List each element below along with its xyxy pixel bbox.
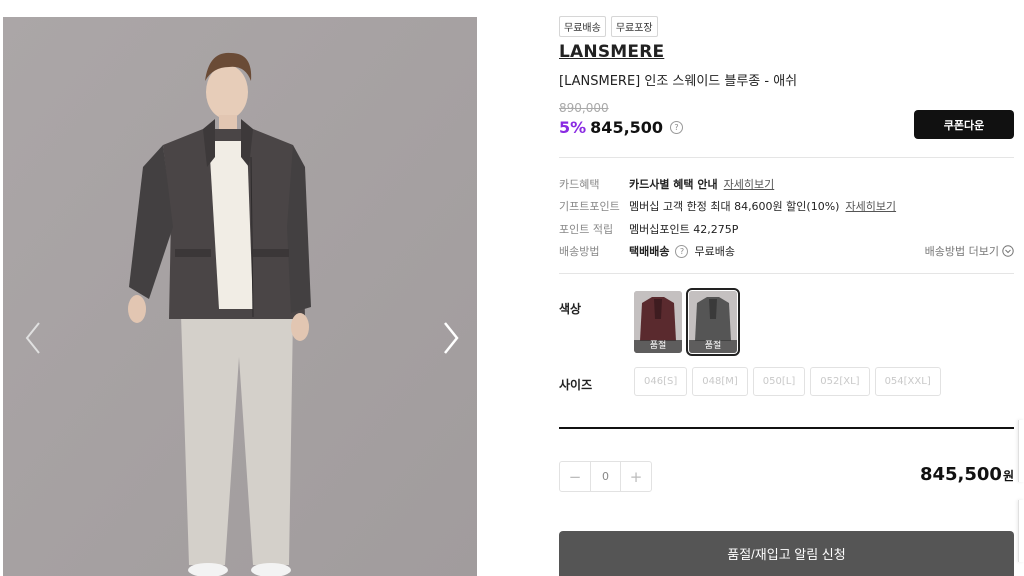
total-price: 845,500 원 [920, 464, 1014, 485]
quantity-input[interactable]: 0 [590, 462, 621, 491]
product-image-gallery [3, 17, 477, 576]
model-wearing-jacket [3, 17, 477, 576]
original-price: 890,000 [559, 101, 609, 115]
size-option-048[interactable]: 048[M] [692, 367, 748, 396]
badge-list: 무료배송 무료포장 [559, 16, 658, 37]
card-benefit-value: 카드사별 혜택 안내 [629, 178, 718, 191]
badge-free-shipping: 무료배송 [559, 16, 606, 37]
divider [559, 157, 1014, 158]
quantity-plus-button[interactable]: + [621, 462, 651, 491]
restock-alert-button[interactable]: 품절/재입고 알림 신청 [559, 531, 1014, 576]
card-benefit-label: 카드혜택 [559, 178, 600, 191]
gift-point-row: 기프트포인트 멤버십 고객 한정 최대 84,600원 할인(10%) 자세히보… [559, 198, 1014, 214]
chevron-left-icon [25, 322, 40, 354]
gift-point-link[interactable]: 자세히보기 [845, 198, 896, 214]
prev-image-button[interactable] [15, 307, 55, 367]
shipping-label: 배송방법 [559, 245, 600, 258]
size-option-052[interactable]: 052[XL] [810, 367, 870, 396]
card-benefit-row: 카드혜택 카드사별 혜택 안내 자세히보기 [559, 176, 1014, 192]
product-title: [LANSMERE] 인조 스웨이드 블루종 - 애쉬 [559, 74, 798, 89]
shipping-method: 택배배송 [629, 245, 670, 258]
divider [559, 273, 1014, 274]
total-amount: 845,500 [919, 464, 1002, 485]
shipping-fee: 무료배송 [694, 245, 735, 258]
shipping-more-label: 배송방법 더보기 [924, 245, 999, 258]
card-benefit-link[interactable]: 자세히보기 [724, 176, 775, 192]
shipping-more-button[interactable]: 배송방법 더보기 [925, 243, 1014, 259]
point-accrual-value: 멤버십포인트 42,275P [629, 223, 739, 236]
color-swatch-burgundy[interactable]: 품절 [634, 291, 682, 353]
quantity-minus-button[interactable]: − [560, 462, 590, 491]
shipping-row: 배송방법 택배배송 ? 무료배송 배송방법 더보기 [559, 243, 1014, 259]
point-accrual-label: 포인트 적립 [559, 223, 614, 236]
section-divider [559, 427, 1014, 429]
total-unit: 원 [1002, 469, 1014, 483]
size-option-046[interactable]: 046[S] [634, 367, 688, 396]
price-row: 5% 845,500 ? [559, 118, 684, 137]
badge-free-wrapping: 무료포장 [610, 16, 658, 37]
color-label: 색상 [559, 302, 582, 316]
gift-point-label: 기프트포인트 [559, 200, 620, 213]
coupon-download-button[interactable]: 쿠폰다운 [914, 110, 1014, 139]
size-option-050[interactable]: 050[L] [752, 367, 806, 396]
discount-rate: 5% [559, 118, 587, 137]
soldout-label: 품절 [634, 340, 682, 353]
brand-link[interactable]: LANSMERE [559, 42, 664, 62]
price-info-icon[interactable]: ? [670, 121, 684, 134]
size-options: 046[S] 048[M] 050[L] 052[XL] 054[XXL] [634, 367, 941, 396]
size-option-054[interactable]: 054[XXL] [874, 367, 941, 396]
chevron-right-icon [444, 322, 459, 354]
soldout-label: 품절 [689, 340, 737, 353]
quantity-stepper: − 0 + [559, 461, 652, 492]
size-label: 사이즈 [559, 378, 593, 392]
point-accrual-row: 포인트 적립 멤버십포인트 42,275P [559, 221, 1014, 237]
side-floating-tab[interactable] [1018, 420, 1024, 482]
gift-point-value: 멤버십 고객 한정 최대 84,600원 할인(10%) [629, 200, 840, 213]
side-floating-tab[interactable] [1018, 500, 1024, 562]
shipping-info-icon[interactable]: ? [675, 244, 689, 258]
next-image-button[interactable] [431, 307, 471, 367]
sale-price: 845,500 [590, 118, 664, 137]
chevron-down-circle-icon [1002, 245, 1014, 257]
color-swatch-ash[interactable]: 품절 [686, 288, 740, 356]
